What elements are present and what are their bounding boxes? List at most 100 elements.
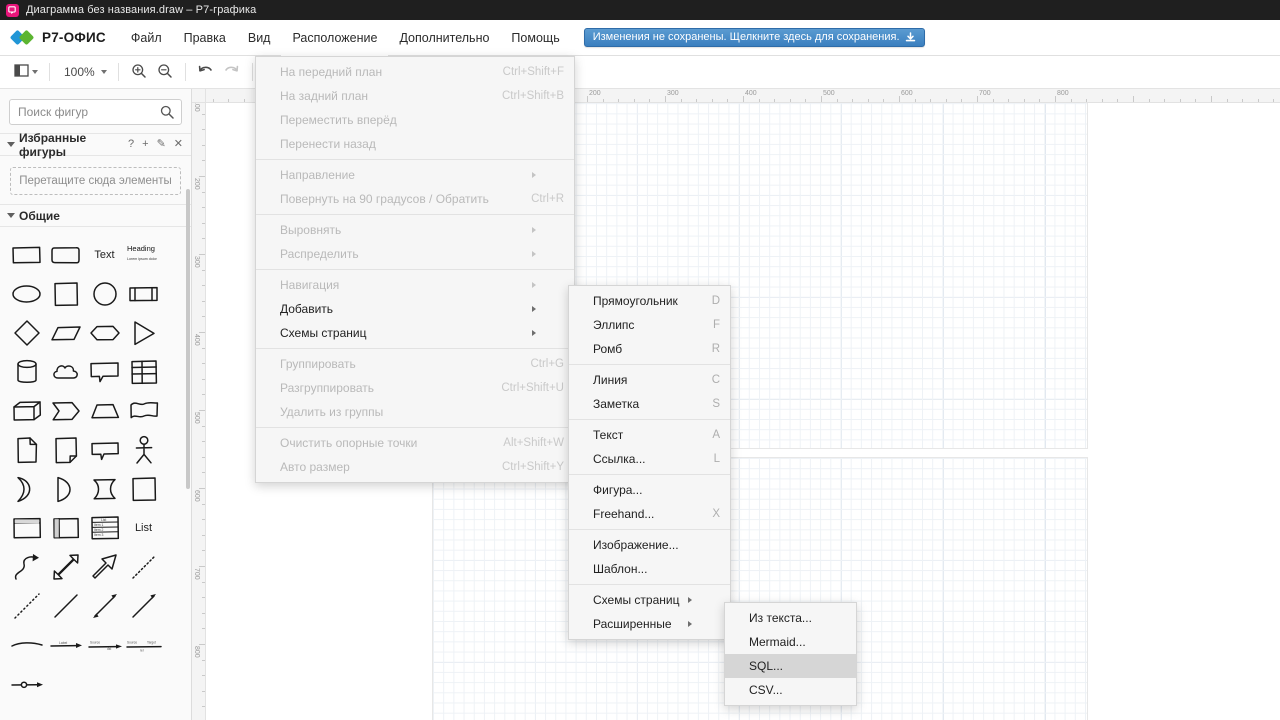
shape-speech-bubble[interactable] — [85, 430, 124, 469]
shape-line[interactable] — [46, 586, 85, 625]
menu-item-page-layouts[interactable]: Схемы страниц — [256, 321, 574, 345]
shape-list-box[interactable]: List Item 1 Item 2 Item 3 — [85, 508, 124, 547]
menu-file[interactable]: Файл — [120, 20, 173, 56]
close-icon[interactable]: ✕ — [174, 139, 183, 150]
menu-item-mermaid[interactable]: Mermaid... — [725, 630, 856, 654]
shape-trapezoid[interactable] — [85, 391, 124, 430]
menu-item-send-to-back[interactable]: На задний план Ctrl+Shift+B — [256, 84, 574, 108]
search-icon[interactable] — [160, 105, 174, 122]
add-icon[interactable]: + — [142, 139, 148, 150]
menu-item-link[interactable]: Ссылка... L — [569, 447, 730, 471]
shape-heading[interactable]: Heading Lorem ipsum dolor — [124, 235, 163, 274]
shape-parallelogram[interactable] — [46, 313, 85, 352]
advanced-submenu[interactable]: Из текста... Mermaid... SQL... CSV... — [724, 602, 857, 706]
shape-circle[interactable] — [85, 274, 124, 313]
shape-edge-with-node[interactable] — [7, 664, 46, 703]
shape-half-circle[interactable] — [46, 469, 85, 508]
shape-arrow-pentagon[interactable] — [46, 391, 85, 430]
shape-double-arrow-outline[interactable] — [46, 547, 85, 586]
menu-item-ungroup[interactable]: Разгруппировать Ctrl+Shift+U — [256, 376, 574, 400]
menu-item-clear-waypoints[interactable]: Очистить опорные точки Alt+Shift+W — [256, 431, 574, 455]
chevron-down-icon[interactable] — [7, 213, 15, 218]
menu-item-page-layouts[interactable]: Схемы страниц — [569, 588, 730, 612]
shape-curved-arrow[interactable] — [7, 547, 46, 586]
menu-item-from-text[interactable]: Из текста... — [725, 606, 856, 630]
menu-view[interactable]: Вид — [237, 20, 282, 56]
menu-item-group[interactable]: Группировать Ctrl+G — [256, 352, 574, 376]
menu-item-ellipse[interactable]: Эллипс F — [569, 313, 730, 337]
menu-item-freehand[interactable]: Freehand... X — [569, 502, 730, 526]
layout-button[interactable] — [10, 59, 42, 85]
shape-double-headed-arrow[interactable] — [85, 586, 124, 625]
chevron-down-icon[interactable] — [7, 142, 15, 147]
shape-single-arrow[interactable] — [124, 586, 163, 625]
shape-note[interactable] — [7, 430, 46, 469]
menu-item-text[interactable]: Текст A — [569, 423, 730, 447]
shape-ellipse[interactable] — [7, 274, 46, 313]
sidebar-scrollbar[interactable] — [186, 189, 190, 489]
menu-item-direction[interactable]: Направление — [256, 163, 574, 187]
shape-actor[interactable] — [124, 430, 163, 469]
shape-list-label[interactable]: List — [124, 508, 163, 547]
search-box[interactable] — [9, 99, 182, 125]
menu-item-sql[interactable]: SQL... — [725, 654, 856, 678]
shape-hexagon[interactable] — [85, 313, 124, 352]
shape-square[interactable] — [46, 274, 85, 313]
shape-thick-connector[interactable] — [7, 625, 46, 664]
menu-item-template[interactable]: Шаблон... — [569, 557, 730, 581]
unsaved-changes-banner[interactable]: Изменения не сохранены. Щелкните здесь д… — [583, 28, 925, 47]
menu-item-rotate-90[interactable]: Повернуть на 90 градусов / Обратить Ctrl… — [256, 187, 574, 211]
shape-diamond[interactable] — [7, 313, 46, 352]
menu-item-remove-from-group[interactable]: Удалить из группы — [256, 400, 574, 424]
search-input[interactable] — [10, 100, 181, 124]
shape-dotted-line[interactable] — [124, 547, 163, 586]
shape-cloud[interactable] — [46, 352, 85, 391]
menu-item-shape[interactable]: Фигура... — [569, 478, 730, 502]
shape-labeled-connector[interactable]: Label — [46, 625, 85, 664]
edit-icon[interactable]: ✎ — [157, 139, 166, 150]
menu-item-bring-to-front[interactable]: На передний план Ctrl+Shift+F — [256, 60, 574, 84]
shape-triangle[interactable] — [124, 313, 163, 352]
shape-rectangle[interactable] — [7, 235, 46, 274]
menu-item-autosize[interactable]: Авто размер Ctrl+Shift+Y — [256, 455, 574, 479]
menu-item-advanced[interactable]: Расширенные — [569, 612, 730, 636]
menu-item-csv[interactable]: CSV... — [725, 678, 856, 702]
menu-item-navigation[interactable]: Навигация — [256, 273, 574, 297]
shape-cylinder[interactable] — [7, 352, 46, 391]
shape-panel[interactable] — [46, 508, 85, 547]
zoom-in-button[interactable] — [126, 59, 152, 85]
favorites-dropzone[interactable]: Перетащите сюда элементы — [10, 167, 181, 195]
general-section-header[interactable]: Общие — [0, 204, 191, 227]
shape-wave-document[interactable] — [124, 391, 163, 430]
shape-connector-two-labels[interactable]: Source Target rel — [124, 625, 163, 664]
menu-item-line[interactable]: Линия C — [569, 368, 730, 392]
menu-item-note[interactable]: Заметка S — [569, 392, 730, 416]
menu-arrange[interactable]: Расположение — [281, 19, 389, 56]
menu-item-bring-forward[interactable]: Переместить вперёд — [256, 108, 574, 132]
shape-cube[interactable] — [7, 391, 46, 430]
menu-item-send-backward[interactable]: Перенести назад — [256, 132, 574, 156]
menu-item-distribute[interactable]: Распределить — [256, 242, 574, 266]
menu-item-image[interactable]: Изображение... — [569, 533, 730, 557]
favorites-section-header[interactable]: Избранные фигуры ? + ✎ ✕ — [0, 131, 191, 159]
shape-text[interactable]: Text — [85, 235, 124, 274]
shape-rounded-rectangle[interactable] — [46, 235, 85, 274]
zoom-out-button[interactable] — [152, 59, 178, 85]
menu-item-insert[interactable]: Добавить — [256, 297, 574, 321]
shape-connector-label-top[interactable]: Source dst — [85, 625, 124, 664]
menu-extras[interactable]: Дополнительно — [388, 20, 500, 56]
vertical-ruler[interactable]: 100 200 300 400 500 600 700 800 — [192, 103, 206, 720]
shape-process[interactable] — [124, 274, 163, 313]
shape-card[interactable] — [46, 430, 85, 469]
shape-window[interactable] — [7, 508, 46, 547]
add-submenu[interactable]: Прямоугольник D Эллипс F Ромб R Линия C … — [568, 285, 731, 640]
shape-table[interactable] — [124, 352, 163, 391]
menu-item-align[interactable]: Выровнять — [256, 218, 574, 242]
zoom-level-button[interactable]: 100% — [57, 59, 111, 85]
menu-edit[interactable]: Правка — [173, 20, 237, 56]
menu-item-rhombus[interactable]: Ромб R — [569, 337, 730, 361]
menu-item-rectangle[interactable]: Прямоугольник D — [569, 289, 730, 313]
shape-dotted-line-2[interactable] — [7, 586, 46, 625]
arrange-menu[interactable]: На передний план Ctrl+Shift+F На задний … — [255, 56, 575, 483]
shape-concave[interactable] — [85, 469, 124, 508]
